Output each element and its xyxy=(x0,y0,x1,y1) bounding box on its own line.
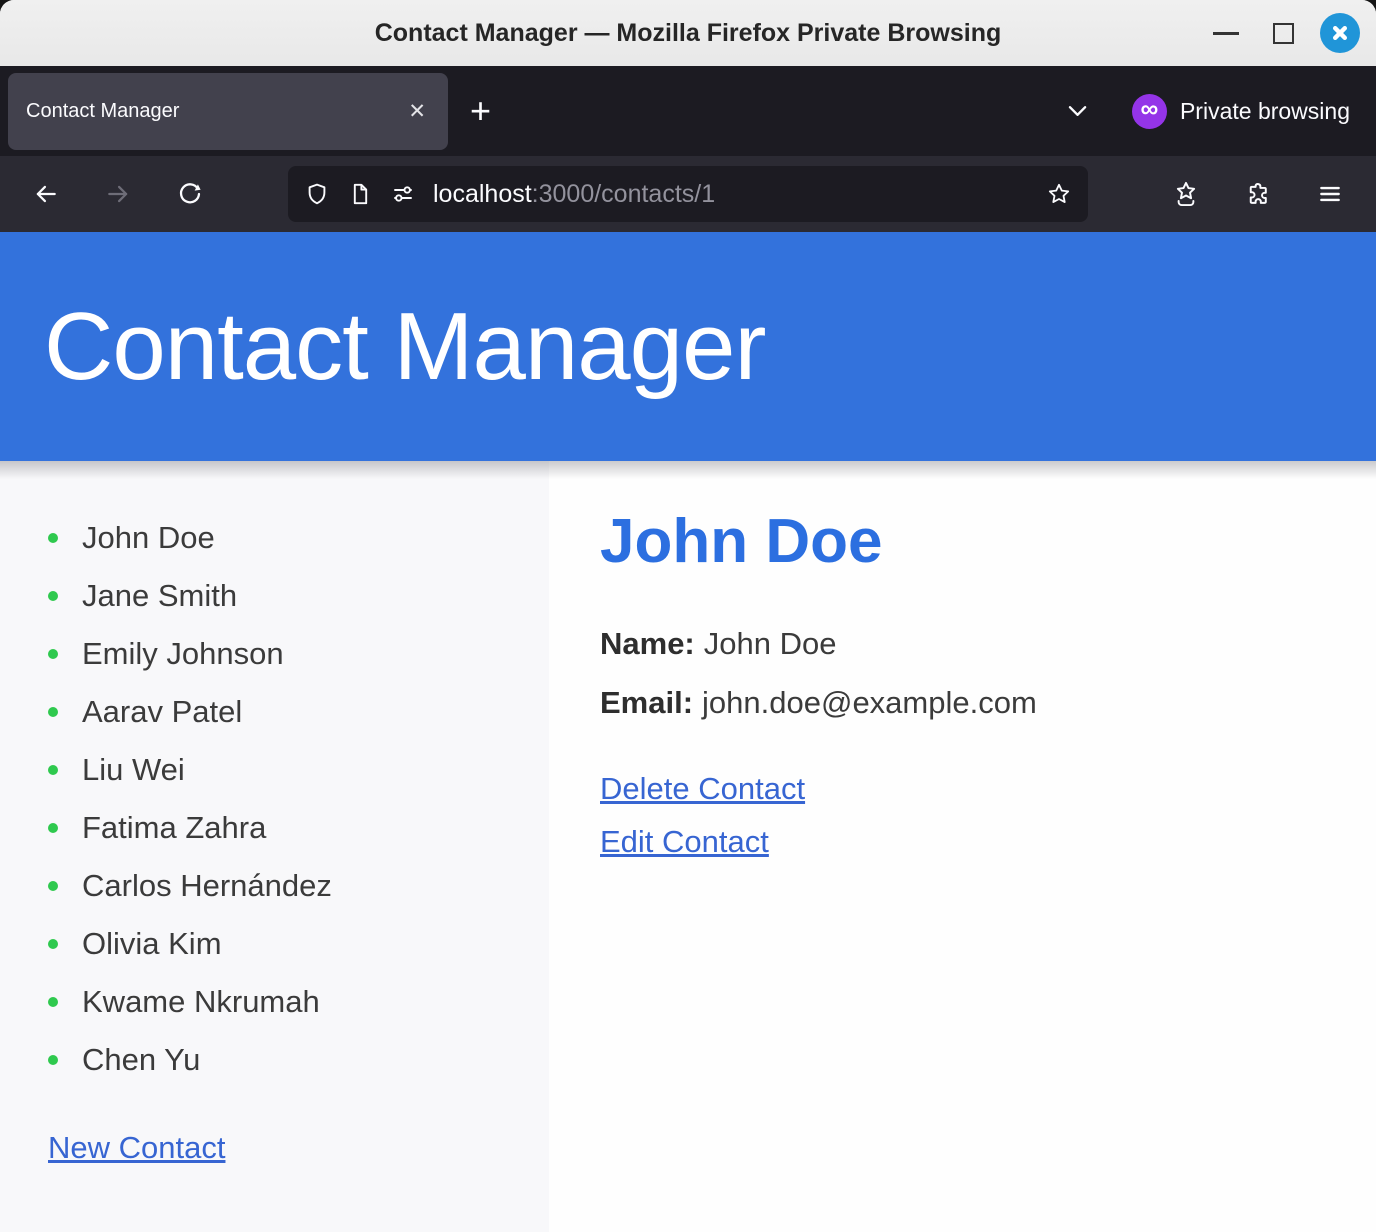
contact-sidebar: John Doe Jane Smith Emily Johnson Aarav … xyxy=(0,461,549,1232)
new-tab-button[interactable]: + xyxy=(470,93,491,129)
list-item[interactable]: Liu Wei xyxy=(48,750,549,790)
browser-window: Contact Manager — Mozilla Firefox Privat… xyxy=(0,0,1376,1232)
reload-button[interactable] xyxy=(177,181,203,207)
contact-name[interactable]: Kwame Nkrumah xyxy=(82,984,320,1019)
contact-name[interactable]: Emily Johnson xyxy=(82,636,284,671)
window-controls xyxy=(1206,13,1360,53)
list-item[interactable]: John Doe xyxy=(48,518,549,558)
contact-name[interactable]: Liu Wei xyxy=(82,752,185,787)
tracking-protection-button[interactable] xyxy=(305,182,329,206)
app-menu-button[interactable] xyxy=(1317,181,1343,207)
email-value: john.doe@example.com xyxy=(702,685,1037,720)
tab-bar: Contact Manager ✕ + ∞ Private browsing xyxy=(0,66,1376,156)
private-browsing-badge: ∞ xyxy=(1131,93,1167,129)
edit-contact-link[interactable]: Edit Contact xyxy=(600,824,769,859)
maximize-button[interactable] xyxy=(1263,13,1303,53)
toolbar-right-icons xyxy=(1173,181,1343,207)
email-row: Email: john.doe@example.com xyxy=(600,685,1376,721)
new-contact-link[interactable]: New Contact xyxy=(48,1128,225,1168)
address-input[interactable]: localhost:3000/contacts/1 xyxy=(433,180,1047,209)
delete-row: Delete Contact xyxy=(600,771,1376,807)
window-title: Contact Manager — Mozilla Firefox Privat… xyxy=(374,18,1002,47)
name-label: Name: xyxy=(600,626,695,661)
contact-name[interactable]: Carlos Hernández xyxy=(82,868,332,903)
bullet-icon xyxy=(48,591,58,601)
back-button[interactable] xyxy=(33,181,59,207)
permissions-button[interactable] xyxy=(391,182,415,206)
name-row: Name: John Doe xyxy=(600,626,1376,662)
chevron-down-icon xyxy=(1068,106,1087,116)
bullet-icon xyxy=(48,707,58,717)
url-bar[interactable]: localhost:3000/contacts/1 xyxy=(288,166,1088,222)
back-arrow-icon xyxy=(36,185,56,203)
close-tab-icon[interactable]: ✕ xyxy=(404,99,430,124)
reload-icon xyxy=(179,183,201,204)
contact-list: John Doe Jane Smith Emily Johnson Aarav … xyxy=(0,518,549,1080)
minimize-button[interactable] xyxy=(1206,13,1246,53)
name-value: John Doe xyxy=(703,626,837,661)
star-icon xyxy=(1048,183,1070,203)
page-title: Contact Manager xyxy=(44,292,766,400)
close-window-button[interactable] xyxy=(1320,13,1360,53)
close-icon xyxy=(1332,25,1348,41)
contact-detail: John Doe Name: John Doe Email: john.doe@ex… xyxy=(549,461,1376,1232)
contact-name[interactable]: Jane Smith xyxy=(82,578,237,613)
app-header: Contact Manager xyxy=(0,232,1376,479)
minimize-icon xyxy=(1213,31,1239,35)
page-icon xyxy=(353,183,368,205)
url-host: localhost xyxy=(433,179,532,208)
page-content: John Doe Jane Smith Emily Johnson Aarav … xyxy=(0,461,1376,1232)
delete-contact-link[interactable]: Delete Contact xyxy=(600,771,805,806)
list-item[interactable]: Aarav Patel xyxy=(48,692,549,732)
list-item[interactable]: Fatima Zahra xyxy=(48,808,549,848)
list-item[interactable]: Chen Yu xyxy=(48,1040,549,1080)
list-item[interactable]: Emily Johnson xyxy=(48,634,549,674)
contact-name[interactable]: Fatima Zahra xyxy=(82,810,266,845)
private-mask-icon: ∞ xyxy=(1140,95,1159,123)
forward-arrow-icon xyxy=(108,185,128,203)
tab-contact-manager[interactable]: Contact Manager ✕ xyxy=(8,72,448,150)
contact-name[interactable]: Aarav Patel xyxy=(82,694,242,729)
window-titlebar: Contact Manager — Mozilla Firefox Privat… xyxy=(0,0,1376,66)
puzzle-icon xyxy=(1249,183,1267,204)
list-item[interactable]: Jane Smith xyxy=(48,576,549,616)
list-item[interactable]: Carlos Hernández xyxy=(48,866,549,906)
bullet-icon xyxy=(48,765,58,775)
list-item[interactable]: Olivia Kim xyxy=(48,924,549,964)
bullet-icon xyxy=(48,939,58,949)
sliders-icon xyxy=(394,186,412,202)
bullet-icon xyxy=(48,649,58,659)
hamburger-icon xyxy=(1320,186,1340,202)
bookmarks-menu-button[interactable] xyxy=(1173,181,1199,207)
shield-icon xyxy=(308,183,326,205)
edit-row: Edit Contact xyxy=(600,824,1376,860)
list-all-tabs-button[interactable] xyxy=(1064,98,1090,124)
site-info-button[interactable] xyxy=(348,182,372,206)
email-label: Email: xyxy=(600,685,694,720)
contact-name[interactable]: John Doe xyxy=(82,520,215,555)
navigation-toolbar: localhost:3000/contacts/1 xyxy=(0,156,1376,232)
extensions-button[interactable] xyxy=(1245,181,1271,207)
bullet-icon xyxy=(48,533,58,543)
forward-button[interactable] xyxy=(105,181,131,207)
bullet-icon xyxy=(48,881,58,891)
contact-name[interactable]: Olivia Kim xyxy=(82,926,222,961)
maximize-icon xyxy=(1272,22,1294,44)
bullet-icon xyxy=(48,823,58,833)
star-tray-icon xyxy=(1176,181,1196,207)
tab-title: Contact Manager xyxy=(26,99,180,122)
bookmark-page-button[interactable] xyxy=(1047,182,1071,206)
contact-name[interactable]: Chen Yu xyxy=(82,1042,200,1077)
bullet-icon xyxy=(48,1055,58,1065)
list-item[interactable]: Kwame Nkrumah xyxy=(48,982,549,1022)
bullet-icon xyxy=(48,997,58,1007)
private-browsing-label: Private browsing xyxy=(1179,97,1350,124)
contact-heading: John Doe xyxy=(600,507,883,576)
url-path: :3000/contacts/1 xyxy=(531,179,716,208)
